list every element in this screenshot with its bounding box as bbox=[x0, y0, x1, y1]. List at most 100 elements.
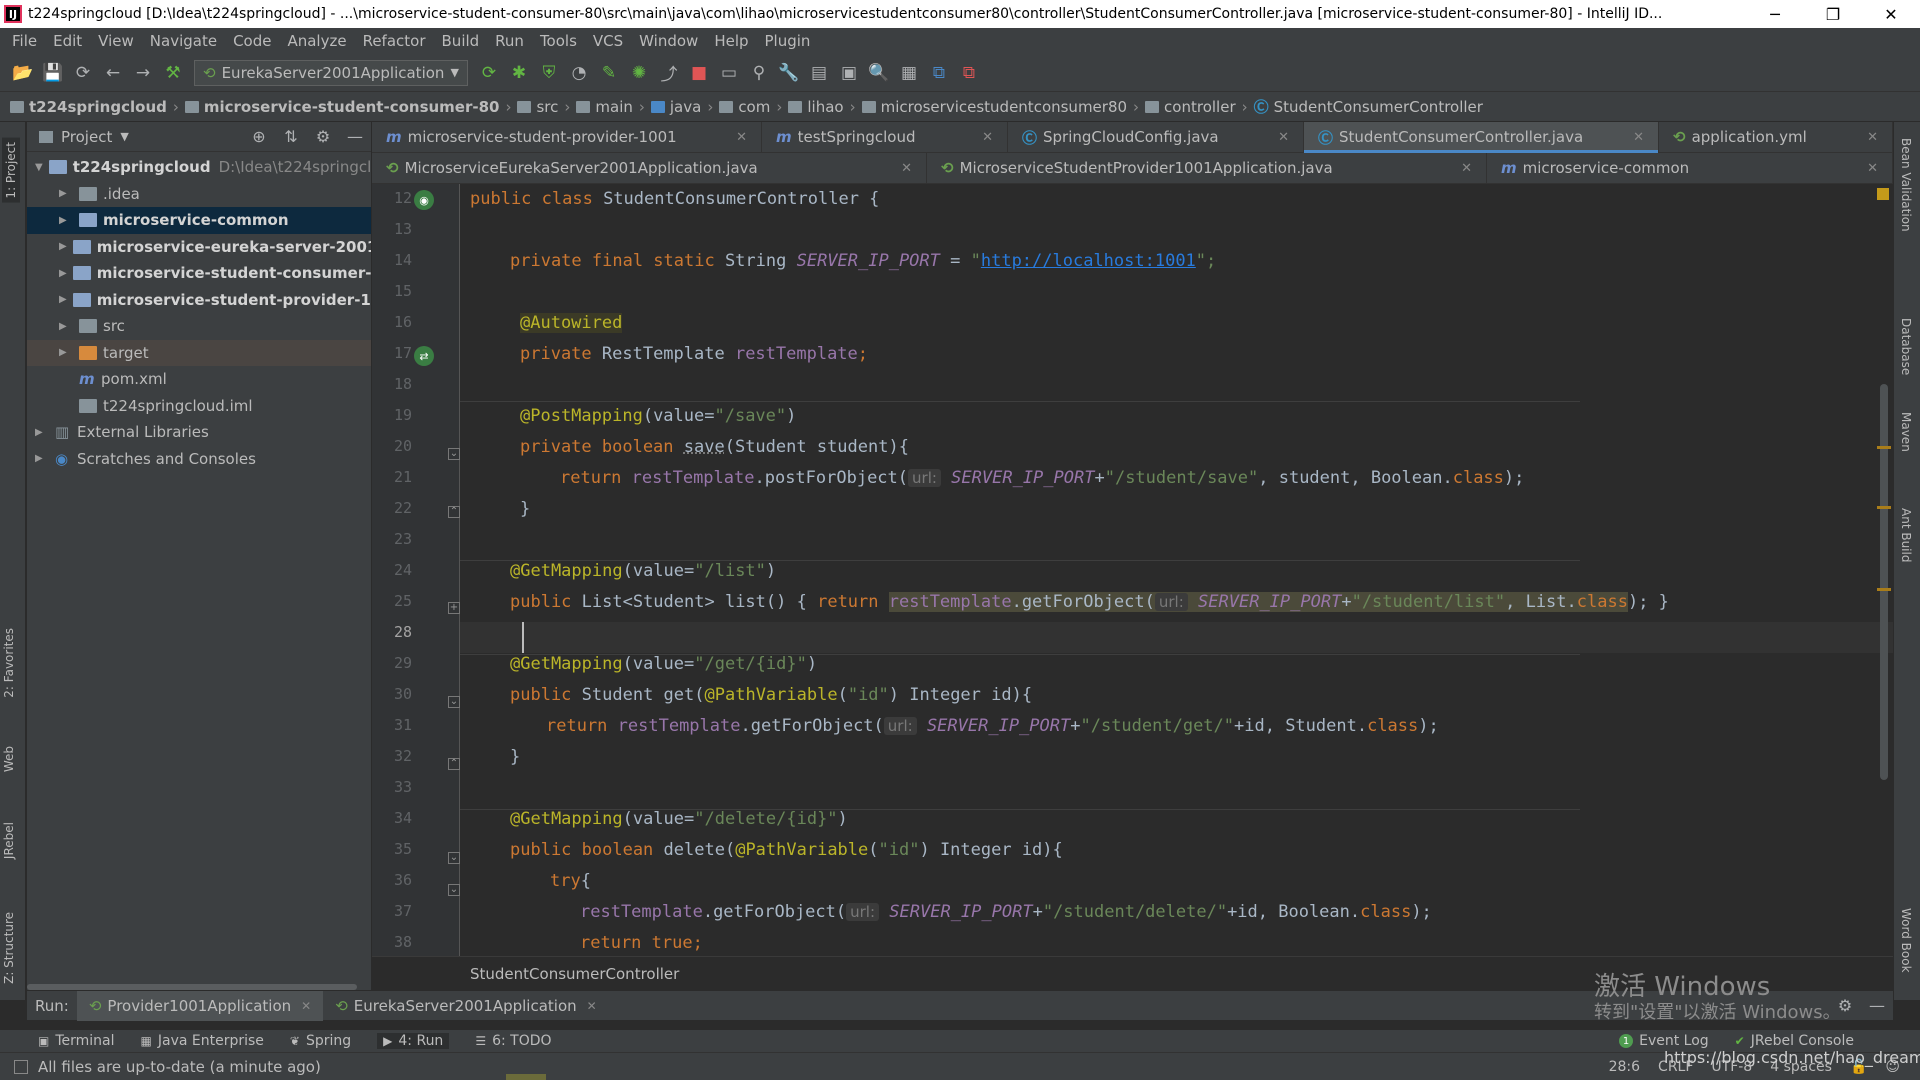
structure-tool-button[interactable]: Z: Structure bbox=[2, 912, 16, 984]
sync-icon[interactable]: ⟳ bbox=[68, 58, 98, 88]
database-tool-button[interactable]: Database bbox=[1899, 318, 1913, 375]
fold-marker-icon[interactable]: ⌄ bbox=[448, 852, 460, 864]
spring-bean-gutter-icon[interactable]: ◉ bbox=[414, 190, 434, 210]
coverage-icon[interactable]: ⛨ bbox=[534, 58, 564, 88]
editor-tab[interactable]: m microservice-student-provider-1001 ✕ bbox=[372, 122, 762, 152]
chevron-right-icon[interactable]: ▶ bbox=[59, 347, 73, 358]
close-icon[interactable]: ✕ bbox=[1619, 130, 1644, 145]
run-configuration-select[interactable]: ⟲ EurekaServer2001Application ▼ bbox=[194, 59, 468, 86]
terminal-icon[interactable]: ▣ bbox=[834, 58, 864, 88]
menu-tools[interactable]: Tools bbox=[532, 32, 585, 50]
tree-node[interactable]: ▶ microservice-student-consumer-80 bbox=[27, 260, 371, 287]
bean-validation-tool-button[interactable]: Bean Validation bbox=[1899, 138, 1913, 232]
code-area[interactable]: public class StudentConsumerController {… bbox=[470, 184, 1870, 956]
close-icon[interactable]: ✕ bbox=[968, 130, 993, 145]
code-editor[interactable]: ◉ ⇄ ⌄ ⌃ + ⌄ ⌃ ⌄ ⌄ 12 13 14 15 16 17 18 19 20 21 22… bbox=[372, 184, 1893, 956]
editor-tab[interactable]: ⟲ application.yml ✕ bbox=[1659, 122, 1893, 152]
event-log-tool-button[interactable]: 1 Event Log bbox=[1619, 1033, 1709, 1049]
menu-analyze[interactable]: Analyze bbox=[279, 32, 354, 50]
fold-marker-icon[interactable]: ⌄ bbox=[448, 448, 460, 460]
favorites-tool-button[interactable]: 2: Favorites bbox=[2, 628, 16, 698]
breadcrumb-item[interactable]: java › bbox=[650, 98, 719, 116]
close-icon[interactable]: ✕ bbox=[587, 999, 597, 1013]
close-icon[interactable]: ✕ bbox=[722, 130, 747, 145]
word-book-tool-button[interactable]: Word Book bbox=[1899, 908, 1913, 973]
menu-window[interactable]: Window bbox=[631, 32, 706, 50]
fold-marker-icon[interactable]: ⌄ bbox=[448, 884, 460, 896]
fold-expand-icon[interactable]: + bbox=[448, 602, 460, 614]
status-toggle-icon[interactable] bbox=[14, 1059, 28, 1074]
run-tab-eureka[interactable]: ⟲ EurekaServer2001Application ✕ bbox=[323, 991, 608, 1021]
jrebel-tool-button[interactable]: JRebel bbox=[2, 822, 16, 859]
translate-icon[interactable]: ⧉ bbox=[924, 58, 954, 88]
tasks-icon[interactable]: ▦ bbox=[894, 58, 924, 88]
build-hammer-icon[interactable]: ⚒ bbox=[158, 58, 188, 88]
close-icon[interactable]: ✕ bbox=[1447, 161, 1472, 176]
save-all-icon[interactable]: 💾 bbox=[38, 58, 68, 88]
project-view-selector[interactable]: Project ▼ bbox=[39, 128, 129, 146]
attach-icon[interactable]: ⚲ bbox=[744, 58, 774, 88]
chevron-right-icon[interactable]: ▶ bbox=[59, 188, 73, 199]
java-enterprise-tool-button[interactable]: ▦ Java Enterprise bbox=[141, 1033, 264, 1049]
menu-view[interactable]: View bbox=[90, 32, 142, 50]
chevron-right-icon[interactable]: ▶ bbox=[59, 215, 73, 226]
editor-tab[interactable]: ⟲ MicroserviceEurekaServer2001Application… bbox=[372, 153, 927, 183]
chevron-right-icon[interactable]: ▶ bbox=[35, 427, 49, 438]
breadcrumb-item[interactable]: src › bbox=[517, 98, 576, 116]
tree-node[interactable]: ▶ ▥ External Libraries bbox=[27, 419, 371, 446]
breadcrumb-item[interactable]: main › bbox=[576, 98, 650, 116]
close-icon[interactable]: ✕ bbox=[1853, 161, 1878, 176]
gear-icon[interactable]: ⚙ bbox=[307, 127, 339, 146]
menu-build[interactable]: Build bbox=[434, 32, 488, 50]
chevron-right-icon[interactable]: ▶ bbox=[35, 453, 49, 464]
breadcrumb-item[interactable]: microservice-student-consumer-80 › bbox=[184, 98, 518, 116]
tree-node[interactable]: ▶ src bbox=[27, 313, 371, 340]
close-icon[interactable]: ✕ bbox=[1853, 130, 1878, 145]
profile-icon[interactable]: ◔ bbox=[564, 58, 594, 88]
autowired-gutter-icon[interactable]: ⇄ bbox=[414, 346, 434, 366]
tree-node[interactable]: m pom.xml bbox=[27, 366, 371, 393]
rerun-icon[interactable]: ⟳ bbox=[474, 58, 504, 88]
plugin-icon[interactable]: ⧉ bbox=[954, 58, 984, 88]
chevron-right-icon[interactable]: ▶ bbox=[59, 268, 67, 279]
error-stripe[interactable] bbox=[1877, 184, 1891, 956]
chevron-down-icon[interactable]: ▼ bbox=[35, 162, 43, 173]
run-tab-provider[interactable]: ⟲ Provider1001Application ✕ bbox=[76, 990, 324, 1021]
locate-icon[interactable]: ⊕ bbox=[243, 127, 275, 146]
close-window-button[interactable]: ✕ bbox=[1862, 0, 1920, 28]
breadcrumb-item[interactable]: microservicestudentconsumer80 › bbox=[861, 98, 1145, 116]
debug-icon[interactable]: ✱ bbox=[504, 58, 534, 88]
breadcrumb-item[interactable]: controller › bbox=[1145, 98, 1254, 116]
todo-tool-button[interactable]: ☰ 6: TODO bbox=[475, 1033, 551, 1049]
editor-tab[interactable]: m testSpringcloud ✕ bbox=[762, 122, 1008, 152]
menu-run[interactable]: Run bbox=[487, 32, 532, 50]
restore-button[interactable]: ❐ bbox=[1804, 0, 1862, 28]
tree-node[interactable]: ▼ t224springcloud D:\Idea\t224springclou bbox=[27, 154, 371, 181]
jrebel-run-icon[interactable]: ✎ bbox=[594, 58, 624, 88]
breadcrumb-item[interactable]: t224springcloud › bbox=[10, 98, 185, 116]
editor-tab[interactable]: m microservice-common ✕ bbox=[1487, 153, 1893, 183]
breadcrumb-item[interactable]: lihao › bbox=[788, 98, 861, 116]
tree-node[interactable]: ▶ microservice-common bbox=[27, 207, 371, 234]
stop-icon[interactable]: ■ bbox=[684, 58, 714, 88]
spring-tool-button[interactable]: ❦ Spring bbox=[290, 1033, 351, 1049]
close-icon[interactable]: ✕ bbox=[887, 161, 912, 176]
editor-tab[interactable]: Ⓒ StudentConsumerController.java ✕ bbox=[1304, 122, 1659, 153]
search-icon[interactable]: 🔍 bbox=[864, 58, 894, 88]
menu-edit[interactable]: Edit bbox=[45, 32, 90, 50]
tree-node[interactable]: ▶ target bbox=[27, 339, 371, 366]
hide-icon[interactable]: — bbox=[339, 127, 371, 146]
breadcrumb-item[interactable]: Ⓒ StudentConsumerController bbox=[1254, 96, 1483, 117]
maven-tool-button[interactable]: Maven bbox=[1899, 412, 1913, 452]
hide-icon[interactable]: — bbox=[1861, 996, 1893, 1015]
jrebel-debug-icon[interactable]: ✺ bbox=[624, 58, 654, 88]
menu-refactor[interactable]: Refactor bbox=[355, 32, 434, 50]
menu-file[interactable]: File bbox=[4, 32, 45, 50]
project-tool-button[interactable]: 1: Project bbox=[2, 138, 20, 203]
ant-build-tool-button[interactable]: Ant Build bbox=[1899, 508, 1913, 562]
tree-node[interactable]: ▶ ◉ Scratches and Consoles bbox=[27, 446, 371, 473]
menu-vcs[interactable]: VCS bbox=[585, 32, 631, 50]
terminal-tool-button[interactable]: ▣ Terminal bbox=[38, 1033, 115, 1049]
tree-node[interactable]: ▶ microservice-eureka-server-2001 bbox=[27, 234, 371, 261]
editor-tab[interactable]: Ⓒ SpringCloudConfig.java ✕ bbox=[1008, 122, 1304, 152]
